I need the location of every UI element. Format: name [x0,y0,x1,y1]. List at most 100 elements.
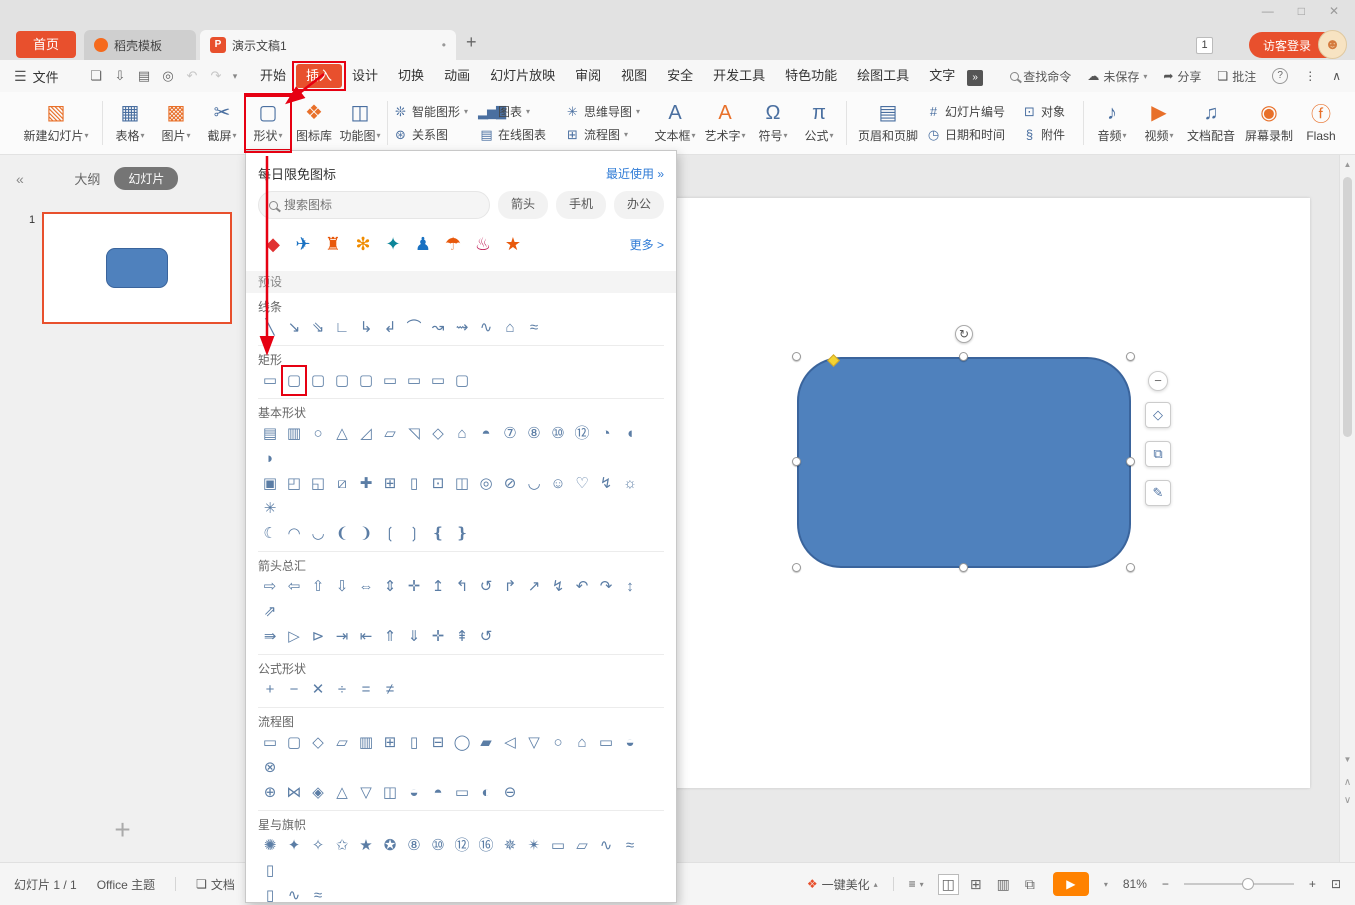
shape-icon[interactable]: ↶ [570,574,594,599]
ribbon-button[interactable]: ▶ 视频 ▾ [1136,94,1182,152]
free-icon-3[interactable]: ♜ [318,234,348,255]
shape-icon[interactable]: ◫ [378,780,402,805]
shape-icon[interactable]: ★ [354,833,378,858]
ribbon-small-button[interactable]: ⊛ 关系图 [392,126,478,143]
ribbon-button[interactable]: A 艺术字 ▾ [700,94,750,152]
rotate-handle[interactable]: ↻ [955,325,973,343]
free-icon-9[interactable]: ★ [498,234,528,255]
shape-icon[interactable]: ◫ [450,471,474,496]
file-menu[interactable]: ☰ 文件 [14,67,84,86]
shape-icon[interactable]: ◈ [306,780,330,805]
shape-icon[interactable]: ▽ [354,780,378,805]
shape-icon[interactable]: ⑧ [522,421,546,446]
shape-icon[interactable]: + [258,677,282,702]
ribbon-button[interactable]: ❖ 图标库 [291,94,337,152]
print-preview-icon[interactable]: ◎ [156,68,180,84]
shape-icon[interactable]: ❴ [426,521,450,546]
shape-icon[interactable]: ▭ [378,368,402,393]
ribbon-button[interactable]: Ω 符号 ▾ [750,94,796,152]
play-options-caret[interactable]: ▾ [1104,880,1108,889]
shape-icon[interactable]: ⇕ [378,574,402,599]
copy-style-button[interactable]: ⧉ [1145,441,1171,467]
scrollbar-thumb[interactable] [1343,177,1352,437]
shape-icon[interactable]: ⊖ [498,780,522,805]
more-menu-button[interactable]: ⋮ [1304,69,1316,83]
shape-icon[interactable]: ⑩ [546,421,570,446]
shape-icon[interactable]: ❵ [450,521,474,546]
shape-icon[interactable]: ▯ [402,471,426,496]
shape-icon[interactable]: ∿ [282,883,306,902]
collapse-ribbon-button[interactable]: ∧ [1332,69,1341,83]
menu-item[interactable]: 切换 [388,64,434,88]
shape-icon[interactable]: ⇦ [282,574,306,599]
ribbon-button[interactable]: ▦ 表格 ▾ [107,94,153,152]
shape-icon[interactable]: ◔ [594,421,618,446]
shape-icon[interactable]: ☾ [258,521,282,546]
ribbon-small-button[interactable]: § 附件 [1021,126,1079,143]
shape-icon[interactable]: ⇨ [258,574,282,599]
ribbon-button[interactable]: ⓕ Flash [1298,94,1344,152]
shape-icon[interactable]: ▢ [306,368,330,393]
shape-quick-style-button[interactable]: ◇ [1145,402,1171,428]
recently-used-link[interactable]: 最近使用 » [606,165,664,182]
shape-icon[interactable]: ▢ [281,365,307,396]
zoom-slider-knob[interactable] [1241,878,1254,890]
shape-icon[interactable]: ✴ [522,833,546,858]
menu-overflow-badge[interactable]: » [967,70,984,86]
shape-icon[interactable]: ≈ [618,833,642,858]
shape-icon[interactable]: ⇘ [306,315,330,340]
shape-icon[interactable]: ▭ [258,730,282,755]
shape-icon[interactable]: ⊞ [378,730,402,755]
shape-icon[interactable]: ↺ [474,624,498,649]
shape-icon[interactable]: ◗ [258,446,282,471]
shape-icon[interactable]: ⑦ [498,421,522,446]
menu-item[interactable]: 绘图工具 [847,64,919,88]
shape-icon[interactable]: ⑯ [474,833,498,858]
maximize-button[interactable]: □ [1298,4,1305,18]
shape-icon[interactable]: ↳ [354,315,378,340]
shape-icon[interactable]: ▣ [258,471,282,496]
free-icon-5[interactable]: ✦ [378,234,408,255]
one-click-beautify-button[interactable]: ❖ 一键美化 ▴ [807,876,878,893]
shape-icon[interactable]: ▭ [426,368,450,393]
slideshow-play-button[interactable]: ▶ [1052,872,1089,896]
shape-icon[interactable]: ◰ [282,471,306,496]
theme-name[interactable]: Office 主题 [97,876,155,893]
shape-icon[interactable]: ✺ [258,833,282,858]
notes-view-icon[interactable]: ⧉ [1022,875,1038,894]
ribbon-button[interactable]: ▢ 形状 ▾ [244,94,292,152]
shape-icon[interactable]: ✵ [498,833,522,858]
shape-icon[interactable]: ○ [546,730,570,755]
vertical-scrollbar[interactable]: ▲ ▼ ∧ ∨ [1339,155,1355,862]
shape-icon[interactable]: ▭ [258,368,282,393]
normal-view-icon[interactable]: ◫ [937,873,959,895]
resize-handle-se[interactable] [1126,563,1135,572]
shape-icon[interactable]: ▯ [258,883,282,902]
shape-icon[interactable]: ↥ [426,574,450,599]
next-slide-button[interactable]: ∨ [1340,795,1355,806]
ribbon-button[interactable]: ◉ 屏幕录制 [1240,94,1298,152]
ribbon-small-button[interactable]: ◷ 日期和时间 [925,126,1021,143]
shape-icon[interactable]: ◓ [426,780,450,805]
shape-icon[interactable]: ▱ [570,833,594,858]
shape-icon[interactable]: ⌂ [570,730,594,755]
resize-handle-e[interactable] [1126,457,1135,466]
tab-slides[interactable]: 幻灯片 [114,167,179,190]
shape-icon[interactable]: ▥ [354,730,378,755]
zoom-in-button[interactable]: + [1309,877,1316,891]
shape-icon[interactable]: ◡ [306,521,330,546]
shape-icon[interactable]: ≈ [306,883,330,902]
comment-button[interactable]: ❏ 批注 [1217,68,1256,85]
home-tab-button[interactable]: 首页 [16,31,76,58]
shape-icon[interactable]: ∟ [330,315,354,340]
menu-item[interactable]: 开发工具 [703,64,775,88]
shape-icon[interactable]: ☼ [618,471,642,496]
shape-icon[interactable]: ◱ [306,471,330,496]
shape-icon[interactable]: ❳ [402,521,426,546]
shape-icon[interactable]: ✳ [258,496,282,521]
docer-template-tab[interactable]: 稻壳模板 [84,30,196,60]
shape-icon[interactable]: ⇑ [378,624,402,649]
shape-icon[interactable]: ◓ [474,421,498,446]
undo-icon[interactable]: ↶ [180,68,204,84]
ribbon-small-button[interactable]: ⊞ 流程图 ▾ [564,126,650,143]
